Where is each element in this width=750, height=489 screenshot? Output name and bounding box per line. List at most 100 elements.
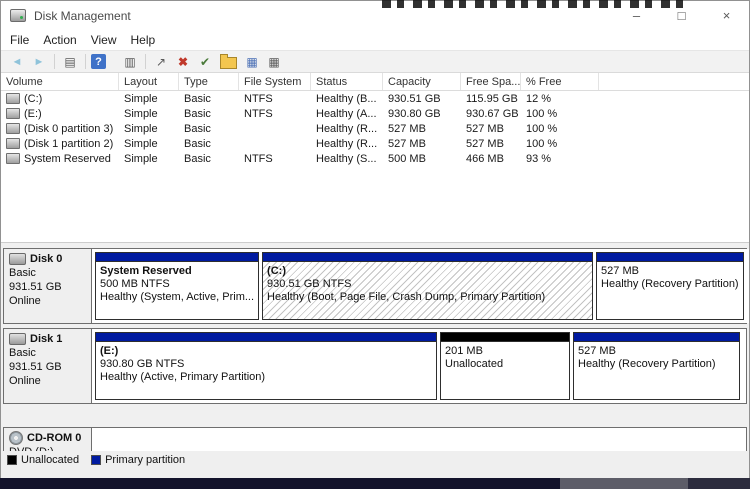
- column-volume[interactable]: Volume: [1, 73, 119, 90]
- partition-status: Unallocated: [445, 358, 504, 370]
- clipped-background-text: [382, 0, 690, 8]
- window-title: Disk Management: [34, 8, 131, 23]
- grid-icon[interactable]: ▦: [264, 53, 284, 71]
- volume-row-disk1-partition2[interactable]: (Disk 1 partition 2) Simple Basic Health…: [1, 136, 749, 151]
- volume-name: (C:): [24, 92, 43, 105]
- menu-view[interactable]: View: [84, 31, 124, 49]
- taskbar-segment: [560, 478, 688, 489]
- help-icon[interactable]: ?: [91, 54, 106, 69]
- graphical-view: Disk 0 Basic 931.51 GB Online System Res…: [1, 243, 749, 451]
- primary-partition-strip: [96, 333, 436, 342]
- partition-disk0-recovery[interactable]: 527 MB Healthy (Recovery Partition): [596, 252, 744, 320]
- disk-icon: [9, 253, 26, 265]
- partition-e[interactable]: (E:) 930.80 GB NTFS Healthy (Active, Pri…: [95, 332, 437, 400]
- column-pct-free[interactable]: % Free: [521, 73, 599, 90]
- volume-status: Healthy (R...: [316, 137, 378, 150]
- disk-state: Online: [9, 375, 41, 387]
- partition-status: Healthy (System, Active, Prim...: [100, 291, 255, 303]
- volume-pct-free: 100 %: [526, 107, 558, 120]
- disk-size: 931.51 GB: [9, 281, 62, 293]
- volume-pct-free: 100 %: [526, 137, 558, 150]
- properties-window-icon[interactable]: ▥: [120, 53, 140, 71]
- volume-type: Basic: [184, 92, 211, 105]
- volume-fs: NTFS: [244, 152, 273, 165]
- cdrom-partitions: [92, 428, 746, 451]
- column-file-system[interactable]: File System: [239, 73, 311, 90]
- partition-label: (E:): [100, 345, 119, 357]
- primary-partition-strip: [597, 253, 743, 262]
- volume-layout: Simple: [124, 152, 158, 165]
- partition-disk1-recovery[interactable]: 527 MB Healthy (Recovery Partition): [573, 332, 740, 400]
- disk-name: Disk 1: [30, 333, 63, 345]
- volume-type: Basic: [184, 122, 211, 135]
- panel-icon[interactable]: ▦: [242, 53, 262, 71]
- volume-status: Healthy (S...: [316, 152, 377, 165]
- popout-icon[interactable]: ↗: [151, 53, 171, 71]
- volume-fs: NTFS: [244, 107, 273, 120]
- volume-free: 930.67 GB: [466, 107, 519, 120]
- primary-partition-strip: [263, 253, 593, 262]
- menu-bar: File Action View Help: [1, 30, 749, 50]
- partition-label: 527 MB: [601, 265, 639, 277]
- delete-volume-icon[interactable]: ✖: [173, 53, 193, 71]
- volume-name: (E:): [24, 107, 42, 120]
- menu-help[interactable]: Help: [124, 31, 163, 49]
- check-mark-icon[interactable]: ✔: [195, 53, 215, 71]
- partition-c[interactable]: (C:) 930.51 GB NTFS Healthy (Boot, Page …: [262, 252, 594, 320]
- volume-list-header: Volume Layout Type File System Status Ca…: [1, 73, 749, 91]
- column-free-space[interactable]: Free Spa...: [461, 73, 521, 90]
- disk-row-0: Disk 0 Basic 931.51 GB Online System Res…: [3, 248, 749, 324]
- volume-status: Healthy (B...: [316, 92, 377, 105]
- column-filler: [599, 73, 749, 90]
- menu-file[interactable]: File: [3, 31, 36, 49]
- legend-primary-label: Primary partition: [105, 454, 186, 466]
- console-tree-icon[interactable]: ▤: [60, 53, 80, 71]
- menu-action[interactable]: Action: [36, 31, 83, 49]
- partition-status: Healthy (Active, Primary Partition): [100, 371, 266, 383]
- partition-size: 500 MB NTFS: [100, 278, 170, 290]
- volume-fs: NTFS: [244, 92, 273, 105]
- cdrom-icon: [9, 431, 23, 445]
- partition-size: 930.80 GB NTFS: [100, 358, 185, 370]
- cdrom-row: CD-ROM 0 DVD (D:): [3, 427, 747, 451]
- volume-name: (Disk 1 partition 2): [24, 137, 114, 150]
- primary-partition-strip: [574, 333, 739, 342]
- volume-icon: [6, 123, 20, 134]
- disk0-header[interactable]: Disk 0 Basic 931.51 GB Online: [4, 249, 92, 323]
- toolbar: ◄ ► ▤ ? ▥ ↗ ✖ ✔ ▦ ▦: [1, 50, 749, 73]
- legend-bar: Unallocated Primary partition: [1, 451, 749, 479]
- column-capacity[interactable]: Capacity: [383, 73, 461, 90]
- unallocated-swatch: [7, 455, 17, 465]
- volume-row-c[interactable]: (C:) Simple Basic NTFS Healthy (B... 930…: [1, 91, 749, 106]
- cdrom-header[interactable]: CD-ROM 0 DVD (D:): [4, 428, 92, 451]
- column-status[interactable]: Status: [311, 73, 383, 90]
- disk-icon: [9, 333, 26, 345]
- partition-system-reserved[interactable]: System Reserved 500 MB NTFS Healthy (Sys…: [95, 252, 260, 320]
- volume-layout: Simple: [124, 92, 158, 105]
- volume-row-e[interactable]: (E:) Simple Basic NTFS Healthy (A... 930…: [1, 106, 749, 121]
- volume-type: Basic: [184, 107, 211, 120]
- volume-row-disk0-partition3[interactable]: (Disk 0 partition 3) Simple Basic Health…: [1, 121, 749, 136]
- close-button[interactable]: ×: [704, 1, 749, 30]
- disk-size: 931.51 GB: [9, 361, 62, 373]
- column-type[interactable]: Type: [179, 73, 239, 90]
- volume-pct-free: 12 %: [526, 92, 552, 105]
- disk-kind: Basic: [9, 347, 36, 359]
- volume-row-system-reserved[interactable]: System Reserved Simple Basic NTFS Health…: [1, 151, 749, 166]
- disk-kind: Basic: [9, 267, 36, 279]
- volume-list: Volume Layout Type File System Status Ca…: [1, 73, 749, 243]
- disk1-header[interactable]: Disk 1 Basic 931.51 GB Online: [4, 329, 92, 403]
- volume-status: Healthy (A...: [316, 107, 377, 120]
- forward-icon[interactable]: ►: [29, 53, 49, 71]
- column-layout[interactable]: Layout: [119, 73, 179, 90]
- taskbar-strip: [0, 478, 750, 489]
- volume-layout: Simple: [124, 107, 158, 120]
- partition-unallocated[interactable]: 201 MB Unallocated: [440, 332, 570, 400]
- partition-label: 201 MB: [445, 345, 483, 357]
- volume-icon: [6, 93, 20, 104]
- volume-name: System Reserved: [24, 152, 111, 165]
- back-icon[interactable]: ◄: [7, 53, 27, 71]
- folder-icon[interactable]: [220, 54, 237, 69]
- unallocated-strip: [441, 333, 569, 342]
- volume-layout: Simple: [124, 137, 158, 150]
